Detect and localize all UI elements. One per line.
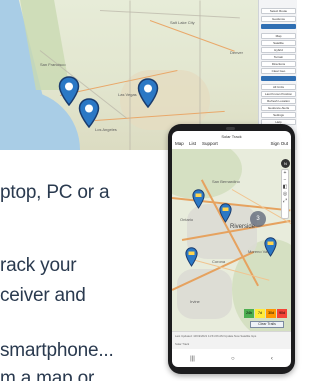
locate-icon[interactable]: ◎ [282, 191, 288, 198]
phone-screen: Solar Track Map List Support Sign Out Sa… [172, 131, 291, 367]
marketing-text: smartphone... [0, 340, 114, 361]
marketing-text: ceiver and [0, 285, 86, 306]
map-label: San Bernardino [212, 179, 240, 184]
legend-item[interactable]: 24h [244, 309, 254, 318]
vehicle-pin-icon[interactable] [219, 203, 232, 223]
vehicle-pin-icon[interactable] [264, 237, 277, 257]
marketing-text: m a map or [0, 368, 95, 381]
footer-status: Last Updated: 10/19/2021 11:51:06 AM Upd… [175, 334, 257, 338]
sidebar-button[interactable]: All Units [261, 84, 296, 90]
map-label: Riverside [230, 224, 256, 230]
sidebar-button[interactable]: Satellite [261, 40, 296, 46]
layers-icon[interactable]: ◧ [282, 184, 288, 191]
state-border [99, 10, 240, 19]
urban-area [177, 269, 232, 319]
sidebar-button[interactable]: Settings [261, 112, 296, 118]
city-label: San Francisco [40, 62, 66, 67]
city-label: Las Vegas [118, 92, 137, 97]
trail-legend: 24h 7d 30d 90d [244, 309, 287, 318]
legend-item[interactable]: 30d [266, 309, 276, 318]
marketing-text: rack your [0, 255, 77, 276]
sidebar-button[interactable]: Clear Geo [261, 68, 296, 74]
sidebar-button[interactable]: Directions [261, 61, 296, 67]
zoom-in-button[interactable]: + [282, 170, 288, 177]
legend-item[interactable]: 90d [277, 309, 287, 318]
map-label: Corona [212, 259, 226, 264]
phone-map[interactable]: San Bernardino Riverside Ontario Irvine … [172, 149, 291, 331]
city-label: Denver [230, 50, 243, 55]
fullscreen-icon[interactable]: ⤢ [282, 198, 288, 205]
sidebar-button[interactable]: Select Route [261, 8, 296, 14]
location-pin-icon[interactable] [78, 98, 100, 128]
marker-cluster[interactable]: 3 [250, 211, 266, 227]
sidebar-button[interactable]: Last Known Position [261, 91, 296, 97]
app-title: Solar Track [221, 134, 242, 139]
location-pin-icon[interactable] [58, 76, 80, 106]
vehicle-pin-icon[interactable] [185, 247, 198, 267]
sidebar-button[interactable]: Map [261, 33, 296, 39]
nav-support[interactable]: Support [202, 141, 218, 146]
clear-trails-button[interactable]: Clear Trails [250, 321, 284, 328]
sign-out-link[interactable]: Sign Out [270, 141, 288, 146]
nav-list[interactable]: List [189, 141, 196, 146]
smartphone: Solar Track Map List Support Sign Out Sa… [168, 124, 295, 374]
zoom-out-button[interactable]: − [282, 177, 288, 184]
map-label: Irvine [190, 299, 200, 304]
map-label: Ontario [180, 217, 194, 222]
state-border [129, 0, 131, 150]
marketing-text: ptop, PC or a [0, 182, 110, 203]
app-nav-bar: Map List Support Sign Out [172, 140, 291, 149]
city-label: Salt Lake City [170, 20, 195, 25]
sidebar-button[interactable]: Hybrid [261, 47, 296, 53]
app-footer: Last Updated: 10/19/2021 11:51:06 AM Upd… [172, 331, 291, 349]
sidebar-divider [261, 76, 296, 81]
sidebar-button[interactable]: Refresh Location [261, 98, 296, 104]
sidebar-divider [261, 24, 296, 29]
back-icon[interactable]: ‹ [271, 356, 273, 362]
sidebar-button[interactable]: Geofence Alerts [261, 105, 296, 111]
vehicle-pin-icon[interactable] [192, 189, 205, 209]
nav-map[interactable]: Map [175, 141, 184, 146]
sidebar-button[interactable]: Terrain [261, 54, 296, 60]
map-zoom-control: + − ◧ ◎ ⤢ [281, 169, 289, 219]
compass-icon[interactable]: N [281, 159, 290, 168]
footer-brand: Solar Track [175, 342, 190, 346]
legend-item[interactable]: 7d [255, 309, 265, 318]
location-pin-icon[interactable] [137, 78, 159, 108]
home-icon[interactable]: ○ [231, 356, 235, 362]
sidebar-button[interactable]: Geofence [261, 16, 296, 22]
android-nav-bar: ||| ○ ‹ [172, 353, 291, 365]
phone-camera [226, 127, 235, 130]
recent-apps-icon[interactable]: ||| [190, 356, 195, 362]
